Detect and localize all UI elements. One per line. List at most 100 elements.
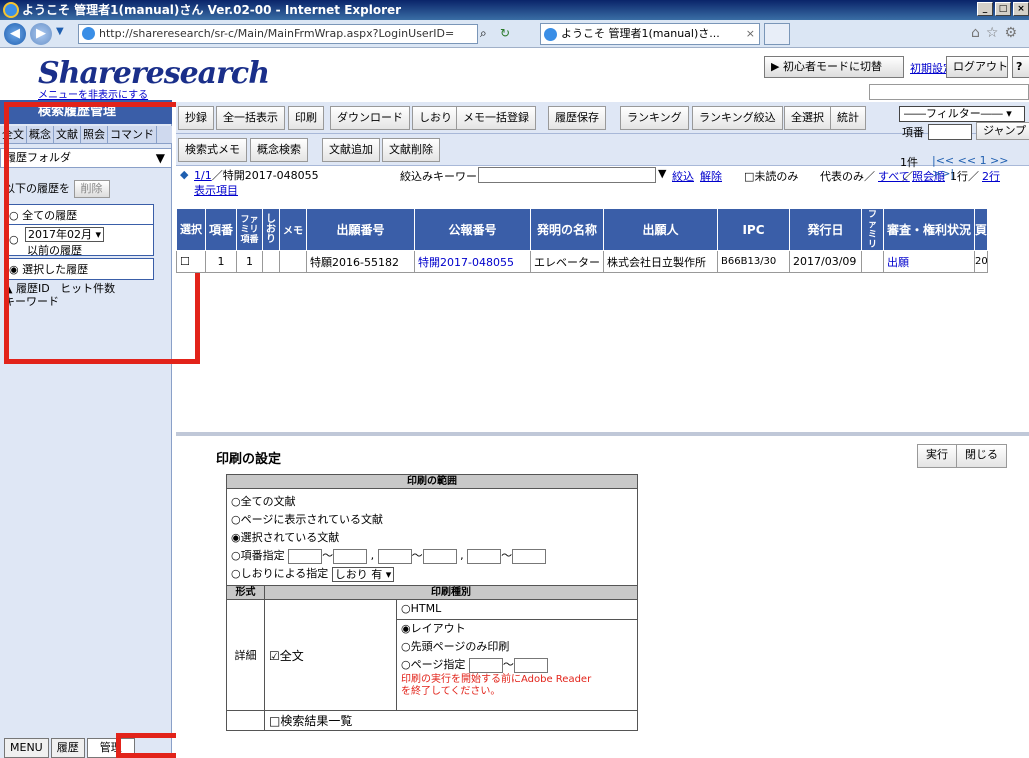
layout-radio[interactable]: ◉レイアウト [397,620,637,638]
html-radio[interactable]: ○HTML [397,600,637,620]
col-ipc[interactable]: IPC [717,208,791,251]
print-button[interactable]: 印刷 [288,106,324,130]
item-no-input[interactable] [928,124,972,140]
row-pub-no[interactable]: 特開2017-048055 [414,250,532,273]
col-bookmark[interactable]: しおり [262,208,281,251]
table-row[interactable]: ☐ 1 1 特願2016-55182 特開2017-048055 エレベーター … [176,250,989,273]
add-document-button[interactable]: 文献追加 [322,138,380,162]
address-bar[interactable]: http://shareresearch/sr-c/Main/MainFrmWr… [78,24,478,44]
col-family[interactable]: ファミリ [861,208,885,251]
col-item[interactable]: 項番 [204,208,238,251]
print-options-table: 印刷の範囲 ○全ての文献 ○ページに表示されている文献 ◉選択されている文献 ○… [226,474,638,731]
help-button[interactable]: ? [1012,56,1029,78]
ranking-filter-button[interactable]: ランキング絞込 [692,106,783,130]
clear-link[interactable]: 解除 [700,168,722,184]
bookmark-select[interactable]: しおり 有 ▾ [331,566,395,582]
pager[interactable]: |<< << 1 >> >>| [932,154,1029,180]
print-settings-panel: 印刷の設定 実行 閉じる 印刷の範囲 ○全ての文献 ○ページに表示されている文献… [176,436,1029,758]
col-date[interactable]: 発行日 [789,208,863,251]
page-to[interactable] [513,657,548,673]
display-items-link[interactable]: 表示項目 [194,182,238,198]
range-to-2[interactable] [422,548,457,564]
download-button[interactable]: ダウンロード [330,106,410,130]
maximize-button[interactable]: □ [995,2,1011,16]
breadcrumb-link[interactable]: 1/1 [194,169,212,182]
col-pub-no[interactable]: 公報番号 [414,208,532,251]
col-family-item[interactable]: ファミリ項番 [236,208,264,251]
unread-only-checkbox[interactable]: □未読のみ [744,168,798,184]
statistics-button[interactable]: 統計 [830,106,866,130]
ranking-button[interactable]: ランキング [620,106,689,130]
concept-search-button[interactable]: 概念検索 [250,138,308,162]
range-bookmark-radio[interactable]: ○しおりによる指定 しおり 有 ▾ [227,565,637,583]
col-memo[interactable]: メモ [279,208,308,251]
search-icon[interactable]: ⌕ [480,26,487,41]
keyword-dropdown-icon[interactable]: ▼ [658,167,666,180]
query-memo-button[interactable]: 検索式メモ [178,138,247,162]
ie-logo-icon [3,2,19,18]
col-page[interactable]: 頁 [974,208,989,251]
page-spec-radio[interactable]: ○ページ指定 ～ [397,656,637,674]
tab-menu[interactable]: MENU [4,738,49,758]
delete-document-button[interactable]: 文献削除 [382,138,440,162]
select-all-button[interactable]: 全選択 [784,106,831,130]
row-ipc: B66B13/30 [717,250,791,273]
tab-close-icon[interactable]: × [746,24,755,44]
browser-tab[interactable]: ようこそ 管理者1(manual)さ... × [540,23,760,45]
window-title: ようこそ 管理者1(manual)さん Ver.02-00 - Internet… [22,3,402,17]
minimize-button[interactable]: _ [977,2,993,16]
browser-toolbar: ◀ ▶ ▼ http://shareresearch/sr-c/Main/Mai… [0,20,1029,48]
ie-toolbar-icons[interactable]: ⌂☆⚙ [971,25,1023,41]
range-to-1[interactable] [333,548,368,564]
item-no-label: 項番 [902,126,924,139]
col-title[interactable]: 発明の名称 [530,208,605,251]
header-search-field[interactable] [869,84,1029,100]
detail-label: 詳細 [227,600,265,710]
keyword-filter-input[interactable] [478,167,656,183]
fulltext-checkbox[interactable]: ☑全文 [265,600,397,710]
row-status[interactable]: 出願 [883,250,976,273]
rep-only-label: 代表のみ／ [820,170,875,183]
abstract-button[interactable]: 抄録 [178,106,214,130]
range-all-radio[interactable]: ○全ての文献 [227,493,637,511]
exec-button[interactable]: 実行 [918,445,957,467]
forward-icon[interactable]: ▶ [30,23,52,45]
col-app-no[interactable]: 出願番号 [306,208,416,251]
range-from-2[interactable] [377,548,412,564]
tab-history[interactable]: 履歴 [50,738,85,758]
range-from-3[interactable] [467,548,502,564]
filter-select[interactable]: ――フィルター―― ▾ [899,106,1025,122]
narrow-link[interactable]: 絞込 [672,168,694,184]
col-status[interactable]: 審査・権利状況 [883,208,976,251]
range-from-1[interactable] [288,548,323,564]
range-page-radio[interactable]: ○ページに表示されている文献 [227,511,637,529]
first-page-radio[interactable]: ○先頭ページのみ印刷 [397,638,637,656]
format-detail-row: 詳細 ☑全文 ○HTML ◉レイアウト ○先頭ページのみ印刷 ○ページ指定 ～ … [227,600,637,710]
row-checkbox[interactable]: ☐ [176,250,206,273]
page-from[interactable] [468,657,503,673]
row-bookmark[interactable] [262,250,281,273]
show-all-button[interactable]: 全一括表示 [216,106,285,130]
beginner-mode-button[interactable]: ▶ 初心者モードに切替 [764,56,904,78]
result-bar: ◆ 1/1／特開2017-048055 表示項目 絞込みキーワード: ▼ 絞込 … [176,154,1029,208]
refresh-icon[interactable]: ↻ [500,26,510,40]
memo-bulk-button[interactable]: メモ一括登録 [456,106,536,130]
logout-button[interactable]: ログアウト [946,56,1008,78]
jump-button[interactable]: ジャンプ [976,122,1029,140]
back-icon[interactable]: ◀ [4,23,26,45]
new-tab-button[interactable] [764,23,790,45]
row-item: 1 [204,250,238,273]
nav-dropdown-icon[interactable]: ▼ [56,26,64,37]
range-selected-radio[interactable]: ◉選択されている文献 [227,529,637,547]
bookmark-button[interactable]: しおり [412,106,459,130]
close-panel-button[interactable]: 閉じる [957,445,1006,467]
row-app-no: 特願2016-55182 [306,250,416,273]
col-applicant[interactable]: 出願人 [603,208,719,251]
range-item-radio[interactable]: ○項番指定 ～ , ～ , ～ [227,547,637,565]
range-to-3[interactable] [512,548,547,564]
close-button[interactable]: × [1013,2,1029,16]
row-memo[interactable] [279,250,308,273]
print-type-options: ○HTML ◉レイアウト ○先頭ページのみ印刷 ○ページ指定 ～ 印刷の実行を開… [397,600,637,710]
save-history-button[interactable]: 履歴保存 [548,106,606,130]
result-list-checkbox[interactable]: □検索結果一覧 [265,711,637,730]
